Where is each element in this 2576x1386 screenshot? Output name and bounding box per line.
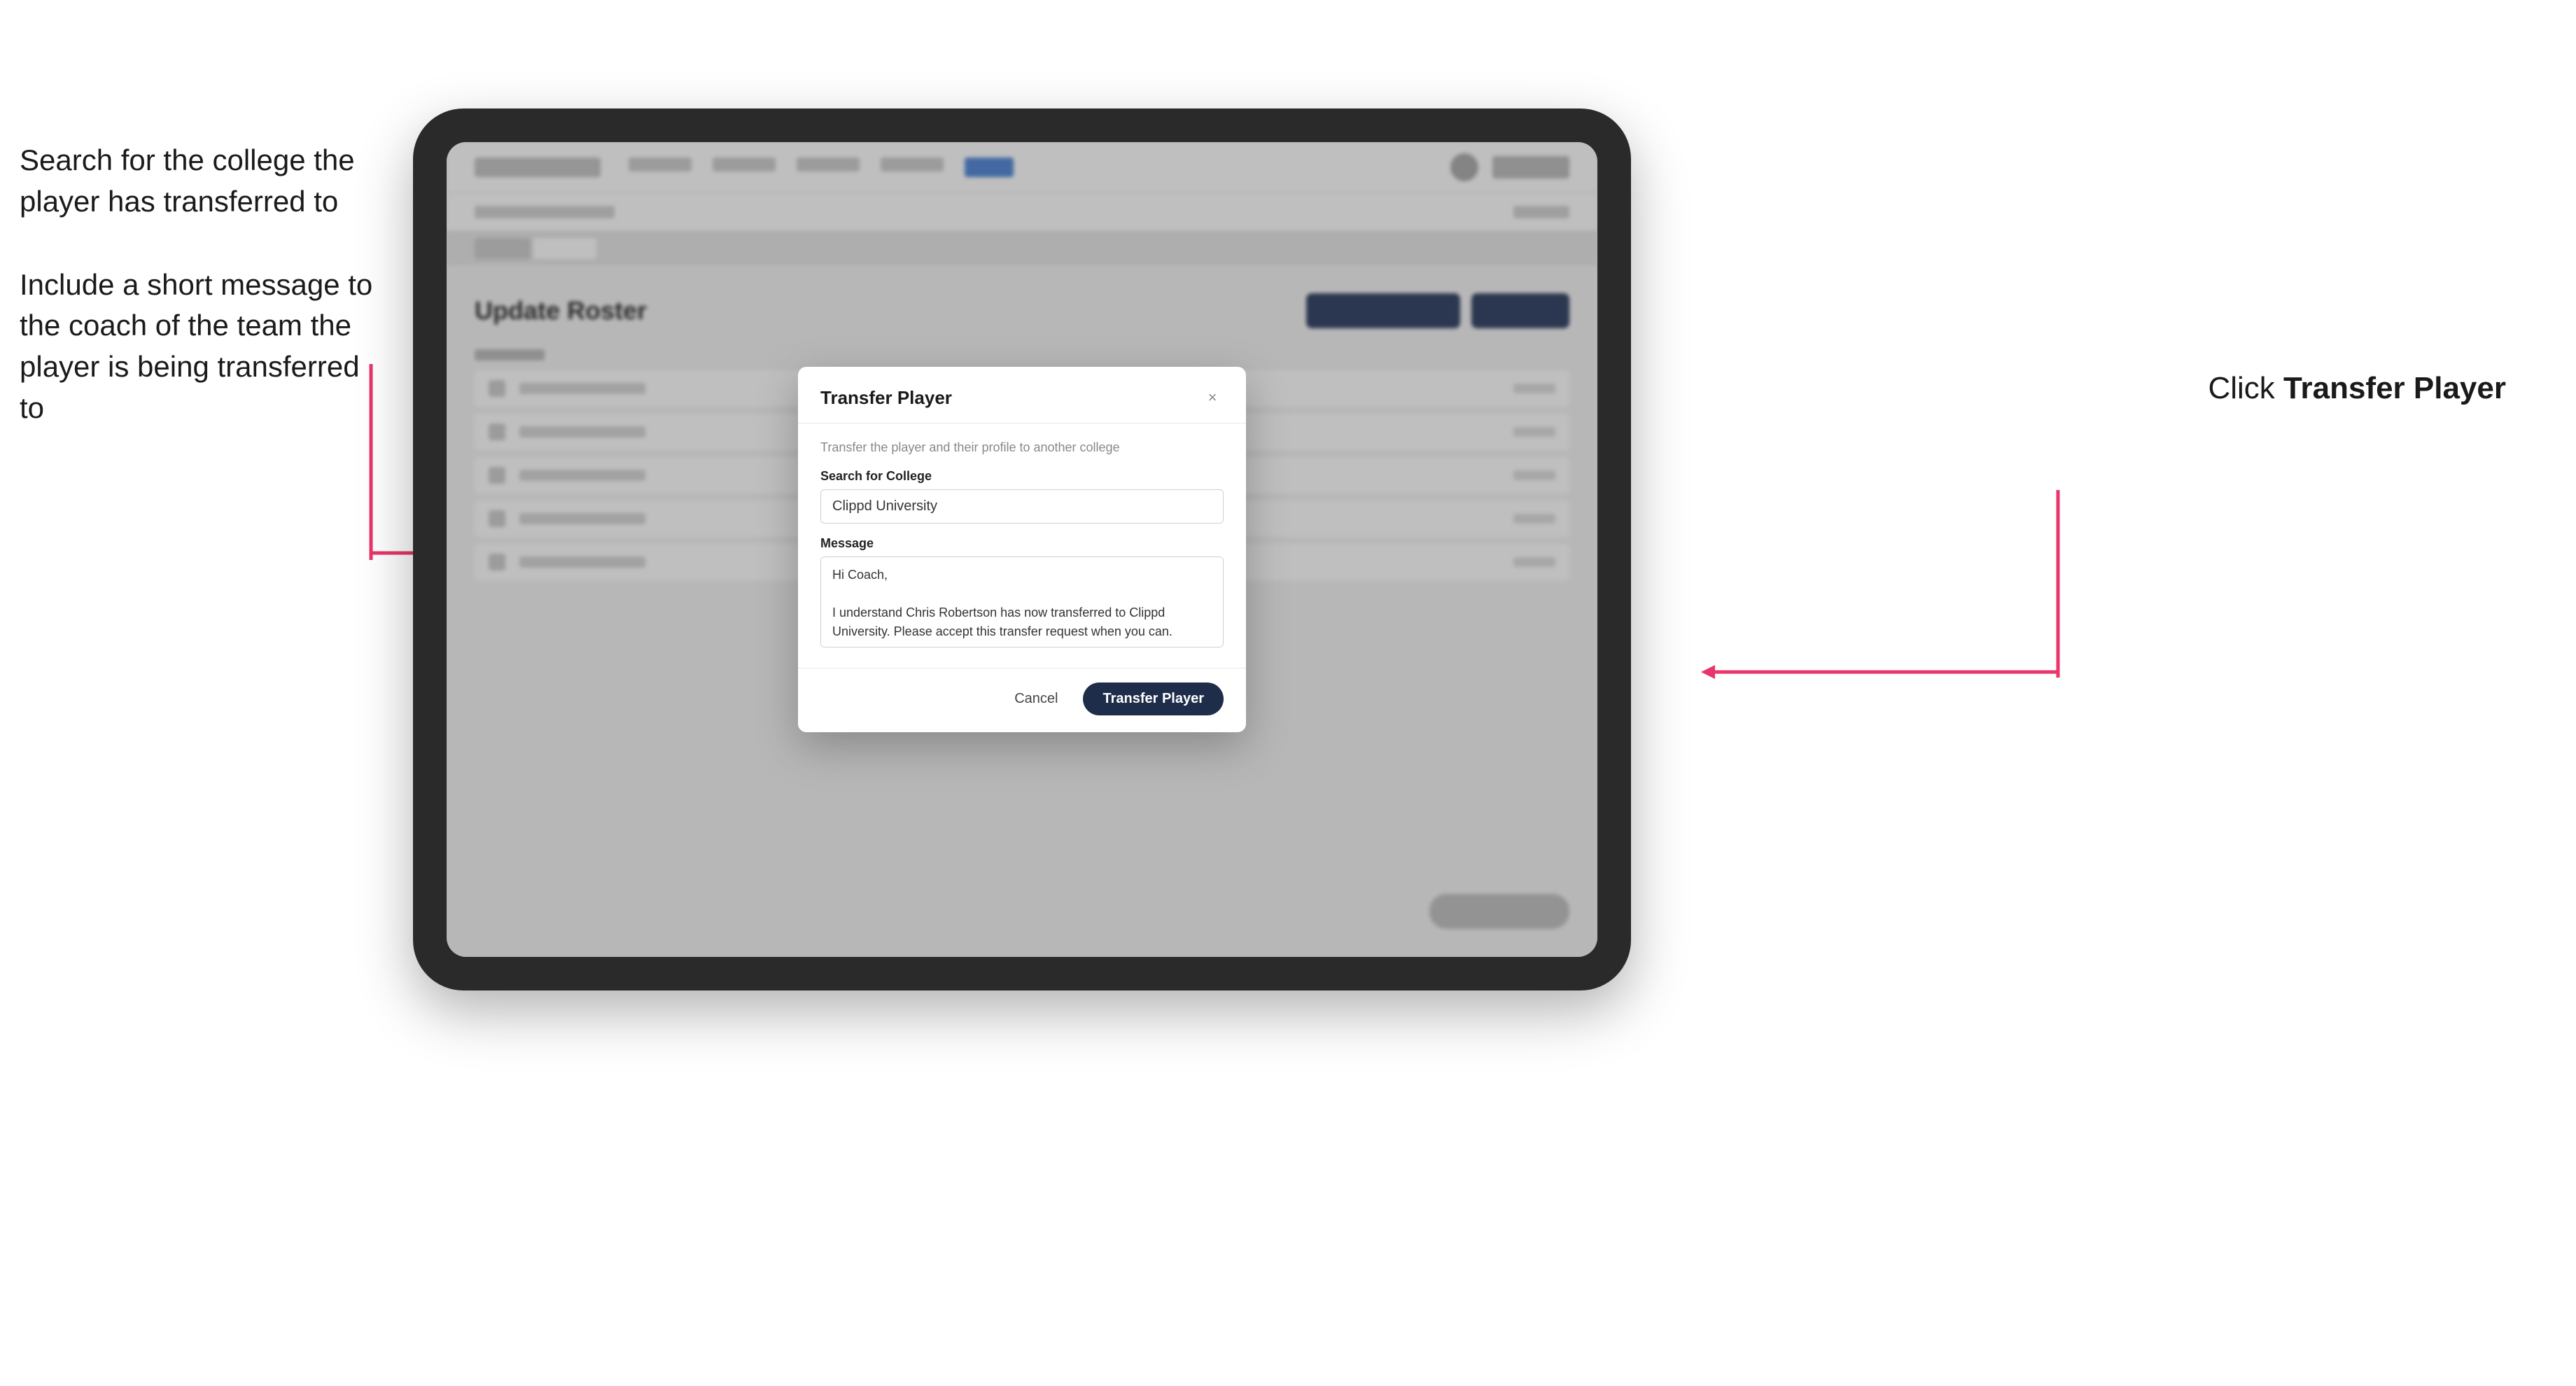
close-icon: × xyxy=(1208,388,1217,407)
annotation-right-text: Click xyxy=(2208,371,2283,405)
annotation-text-2: Include a short message to the coach of … xyxy=(20,265,384,429)
transfer-player-modal: Transfer Player × Transfer the player an… xyxy=(798,367,1246,732)
annotation-right: Click Transfer Player xyxy=(2208,371,2506,406)
tablet-frame: Update Roster xyxy=(413,108,1631,990)
annotation-left: Search for the college the player has tr… xyxy=(20,140,384,471)
annotation-text-1: Search for the college the player has tr… xyxy=(20,140,384,223)
modal-close-button[interactable]: × xyxy=(1201,386,1224,409)
search-college-input[interactable] xyxy=(820,489,1224,524)
tablet-screen: Update Roster xyxy=(447,142,1597,957)
annotation-right-bold: Transfer Player xyxy=(2283,371,2506,405)
modal-subtitle: Transfer the player and their profile to… xyxy=(820,440,1224,455)
message-textarea[interactable]: Hi Coach, I understand Chris Robertson h… xyxy=(820,556,1224,648)
search-college-label: Search for College xyxy=(820,469,1224,484)
modal-title: Transfer Player xyxy=(820,387,952,409)
modal-footer: Cancel Transfer Player xyxy=(798,668,1246,732)
cancel-button[interactable]: Cancel xyxy=(1003,684,1069,714)
modal-header: Transfer Player × xyxy=(798,367,1246,424)
cancel-label: Cancel xyxy=(1014,691,1058,706)
modal-body: Transfer the player and their profile to… xyxy=(798,424,1246,668)
message-label: Message xyxy=(820,536,1224,551)
transfer-player-button[interactable]: Transfer Player xyxy=(1083,682,1224,715)
transfer-label: Transfer Player xyxy=(1102,691,1204,706)
modal-overlay: Transfer Player × Transfer the player an… xyxy=(447,142,1597,957)
